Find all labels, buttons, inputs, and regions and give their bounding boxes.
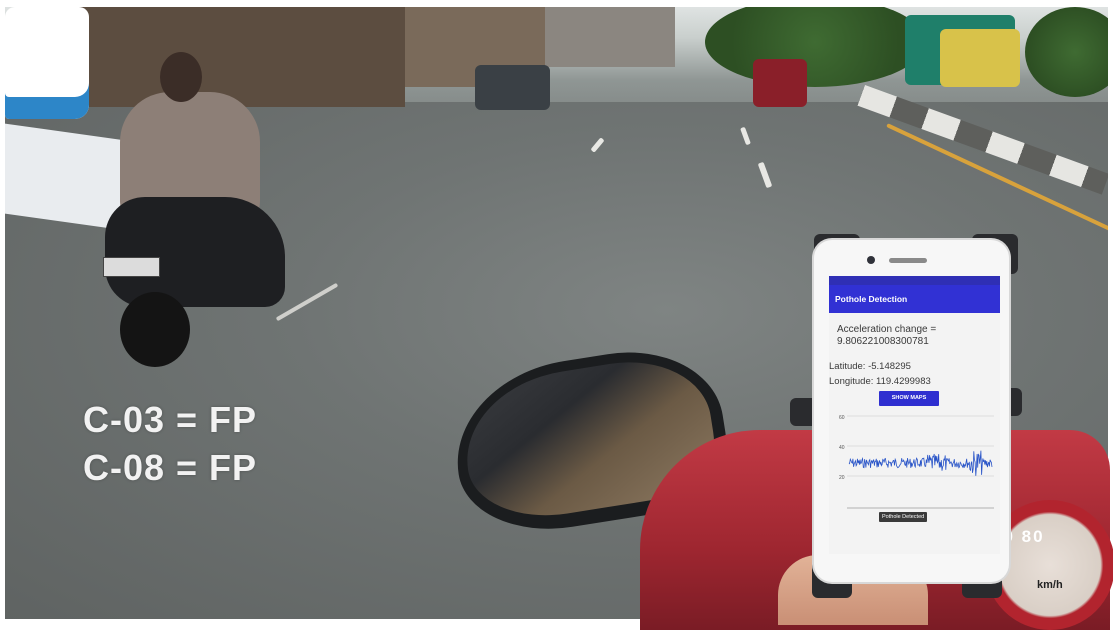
app-title: Pothole Detection [829, 285, 1000, 313]
latitude-label: Latitude: [829, 361, 866, 372]
building-far [545, 7, 675, 67]
acceleration-graph: 60 40 20 [839, 415, 994, 509]
longitude-row: Longitude: 119.4299983 [829, 376, 931, 387]
front-camera [867, 256, 875, 264]
phone-screen: Pothole Detection Acceleration change = … [829, 276, 1000, 554]
speedometer-unit: km/h [1037, 579, 1063, 591]
acceleration-change-value: 9.806221008300781 [837, 336, 929, 347]
latitude-row: Latitude: -5.148295 [829, 361, 911, 372]
tree [1025, 7, 1108, 97]
status-bar [829, 276, 1000, 285]
overlay-line-2: C-08 = FP [83, 447, 258, 488]
latitude-value: -5.148295 [868, 361, 911, 372]
scooter [105, 197, 285, 307]
y-tick-label: 40 [839, 445, 845, 451]
rider-head [160, 52, 202, 102]
y-tick-label: 60 [839, 415, 845, 421]
acceleration-series [848, 450, 993, 476]
pickup-truck [475, 65, 550, 110]
pothole-detected-label: Pothole Detected [879, 512, 928, 522]
yellow-truck [940, 29, 1020, 87]
building-left [75, 7, 405, 107]
red-car [753, 59, 807, 107]
tree [705, 7, 925, 87]
overlay-line-1: C-03 = FP [83, 399, 258, 440]
y-tick-label: 20 [839, 475, 845, 481]
longitude-label: Longitude: [829, 376, 874, 387]
scooter-wheel [120, 292, 190, 367]
license-plate [103, 257, 160, 277]
minibus [5, 7, 89, 119]
sidewalk [5, 123, 125, 231]
acceleration-change-title: Acceleration change = [837, 324, 937, 335]
longitude-value: 119.4299983 [876, 376, 931, 387]
acceleration-change-label: Acceleration change = 9.806221008300781 [837, 324, 936, 348]
show-maps-button[interactable]: SHOW MAPS [879, 391, 939, 406]
earpiece [889, 258, 927, 263]
